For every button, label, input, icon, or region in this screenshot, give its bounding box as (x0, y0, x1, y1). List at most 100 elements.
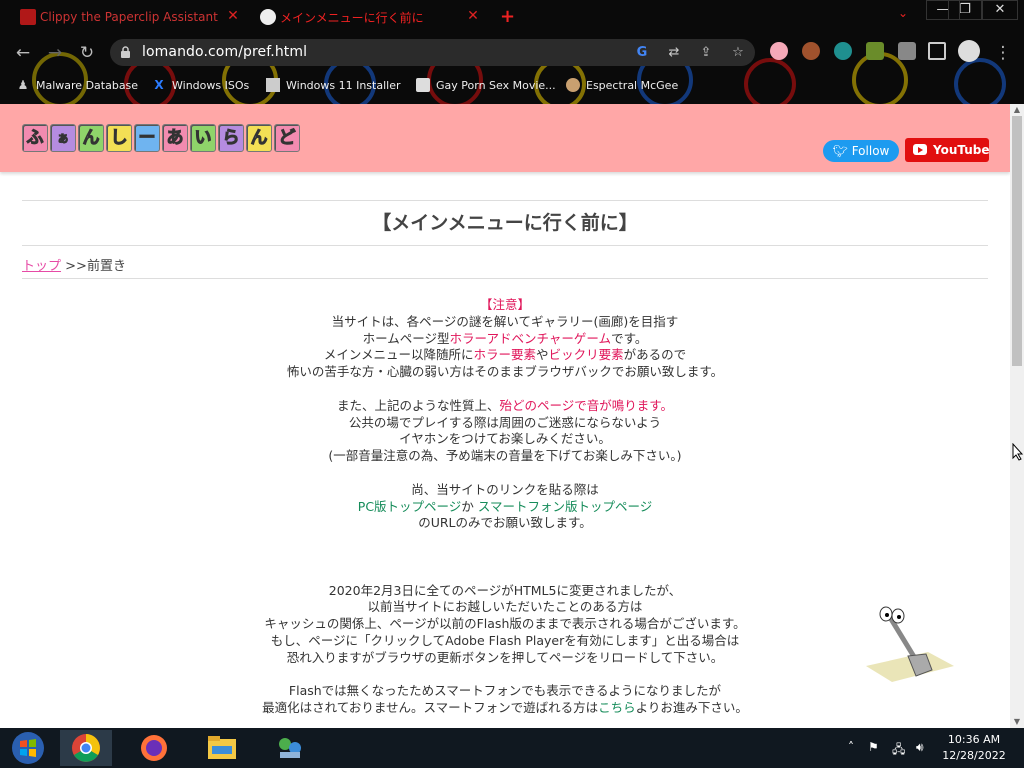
logo-tile: ふ (22, 124, 48, 152)
tab-active-pref[interactable]: メインメニューに行く前に ✕ (258, 4, 480, 30)
reload-icon[interactable]: ↻ (76, 42, 98, 64)
restore-button[interactable]: ❐ (948, 0, 982, 20)
bookmark-star-icon[interactable]: ☆ (728, 43, 748, 63)
site-icon (416, 78, 430, 92)
logo-tile: ー (134, 124, 160, 152)
url-text[interactable]: lomando.com/pref.html (142, 44, 307, 60)
network-app-icon[interactable] (264, 730, 316, 766)
tab-search-chevron-icon[interactable]: ⌄ (898, 6, 908, 20)
address-bar[interactable]: lomando.com/pref.html G ⇄ ⇪ ☆ (110, 39, 755, 66)
twitter-follow-button[interactable]: 🐦︎ Follow (823, 140, 899, 162)
bookmark-espectral-mcgee[interactable]: Espectral McGee (566, 76, 678, 94)
profile-avatar-icon[interactable] (958, 40, 980, 62)
logo-tile: ら (218, 124, 244, 152)
notice-line: ホームページ型ホラーアドベンチャーゲームです。 (362, 330, 648, 346)
site-favicon-icon (260, 9, 276, 25)
clippy-favicon-icon (20, 9, 36, 25)
extension-leaf-icon[interactable] (866, 42, 884, 60)
share-icon[interactable]: ⇪ (696, 43, 716, 63)
breadcrumb: トップ >>前置き (22, 255, 126, 274)
action-center-flag-icon[interactable]: ⚑ (868, 740, 879, 754)
chrome-icon[interactable] (60, 730, 112, 766)
start-button[interactable] (2, 730, 54, 766)
close-tab-icon[interactable]: ✕ (466, 8, 480, 24)
bookmark-malware-database[interactable]: ♟ Malware Database (16, 76, 138, 94)
scroll-up-arrow-icon[interactable]: ▲ (1010, 104, 1024, 116)
notice-line: メインメニュー以降随所にホラー要素やビックリ要素があるので (323, 347, 687, 363)
logo-tile: し (106, 124, 132, 152)
page-scrollbar[interactable]: ▲ ▼ (1010, 104, 1024, 728)
logo-tile: ん (78, 124, 104, 152)
page-title: 【メインメニューに行く前に】 (372, 212, 638, 234)
browser-toolbar: ← → ↻ lomando.com/pref.html G ⇄ ⇪ ☆ ⋮ (0, 36, 1024, 68)
close-tab-icon[interactable]: ✕ (226, 8, 240, 24)
back-arrow-icon[interactable]: ← (12, 42, 34, 64)
clock-date: 12/28/2022 (942, 749, 1006, 762)
scroll-down-arrow-icon[interactable]: ▼ (1010, 716, 1024, 728)
notice-line: PC版トップページか スマートフォン版トップページ (357, 498, 653, 514)
network-icon[interactable]: 🖧︎ (892, 740, 905, 761)
logo-tile: ぁ (50, 124, 76, 152)
notice-line: 2020年2月3日に全てのページがHTML5に変更されましたが、 (328, 582, 682, 598)
youtube-play-icon (913, 144, 927, 155)
puzzle-extensions-icon[interactable] (898, 42, 916, 60)
image-icon (266, 78, 280, 92)
show-hidden-icons-chevron-icon[interactable]: ˄ (848, 740, 854, 754)
youtube-button[interactable]: YouTube (905, 138, 990, 162)
notice-line: のURLのみでお願い致します。 (418, 515, 592, 531)
notice-line: イヤホンをつけてお楽しみください。 (399, 431, 611, 447)
side-panel-icon[interactable] (928, 42, 946, 60)
clock-time: 10:36 AM (947, 733, 1001, 746)
tab-strip: Clippy the Paperclip Assistant - Pr ✕ メイ… (0, 0, 1024, 34)
mouse-cursor-icon (1012, 443, 1024, 461)
close-window-button[interactable]: ✕ (982, 0, 1018, 20)
site-header: ふ ぁ ん し ー あ い ら ん ど 🐦︎ Follow YouTube (0, 104, 1010, 172)
browser-chrome: Clippy the Paperclip Assistant - Pr ✕ メイ… (0, 0, 1024, 104)
system-clock[interactable]: 10:36 AM 12/28/2022 (928, 732, 1020, 764)
person-silhouette-icon: ♟ (17, 78, 29, 92)
tab-title: メインメニューに行く前に (280, 10, 424, 25)
file-explorer-icon[interactable] (196, 730, 248, 766)
notice-heading: 【注意】 (479, 297, 531, 312)
scrollbar-thumb[interactable] (1012, 116, 1022, 366)
pc-top-page-link[interactable]: PC版トップページ (358, 499, 462, 514)
divider (22, 278, 988, 279)
volume-icon[interactable]: 🔊︎ (916, 740, 924, 755)
translate-icon[interactable]: ⇄ (664, 43, 684, 63)
logo-tile: ん (246, 124, 272, 152)
breadcrumb-current: 前置き (86, 259, 126, 274)
breadcrumb-separator: >> (61, 259, 87, 274)
logo-tile: ど (274, 124, 300, 152)
divider (22, 245, 988, 246)
page-viewport: ふ ぁ ん し ー あ い ら ん ど 🐦︎ Follow YouTube 【メ… (0, 104, 1010, 728)
firefox-icon[interactable] (128, 730, 180, 766)
forward-arrow-icon[interactable]: → (44, 42, 66, 64)
windows-logo-icon (12, 732, 44, 764)
google-icon[interactable]: G (632, 43, 652, 63)
site-logo[interactable]: ふ ぁ ん し ー あ い ら ん ど (22, 124, 302, 154)
avatar-icon (566, 78, 580, 92)
notice-line: また、上記のような性質上、殆どのページで音が鳴ります。 (336, 397, 674, 413)
smartphone-here-link[interactable]: こちら (598, 700, 636, 715)
logo-tile: い (190, 124, 216, 152)
extension-circle-icon[interactable] (834, 42, 852, 60)
twitter-bird-icon: 🐦︎ (832, 144, 848, 158)
notice-line: (一部音量注意の為、予め端末の音量を下げてお楽しみ下さい。) (328, 448, 682, 464)
lock-icon (121, 46, 130, 58)
notice-line: 最適化はされておりません。スマートフォンで遊ばれる方はこちらよりお進み下さい。 (262, 700, 748, 716)
new-tab-button[interactable]: + (500, 6, 515, 27)
tab-title: Clippy the Paperclip Assistant - Pr (40, 10, 220, 24)
extension-face-icon[interactable] (802, 42, 820, 60)
bookmark-movie-site[interactable]: Gay Porn Sex Movie... (416, 76, 556, 94)
bookmarks-bar: ♟ Malware Database X Windows ISOs Window… (0, 72, 1024, 98)
windows-taskbar: ˄ ⚑ 🖧︎ 🔊︎ 10:36 AM 12/28/2022 (0, 728, 1024, 768)
menu-kebab-icon[interactable]: ⋮ (992, 42, 1014, 64)
extension-flag-icon[interactable] (770, 42, 788, 60)
tab-clippy[interactable]: Clippy the Paperclip Assistant - Pr ✕ (18, 4, 240, 30)
notice-line: 尚、当サイトのリンクを貼る際は (411, 481, 599, 497)
bookmark-windows-isos[interactable]: X Windows ISOs (152, 76, 249, 94)
smartphone-top-page-link[interactable]: スマートフォン版トップページ (478, 499, 652, 514)
breadcrumb-home-link[interactable]: トップ (22, 259, 61, 274)
bookmark-windows11-installer[interactable]: Windows 11 Installer (266, 76, 401, 94)
clippy-shovel-icon[interactable] (858, 604, 958, 690)
